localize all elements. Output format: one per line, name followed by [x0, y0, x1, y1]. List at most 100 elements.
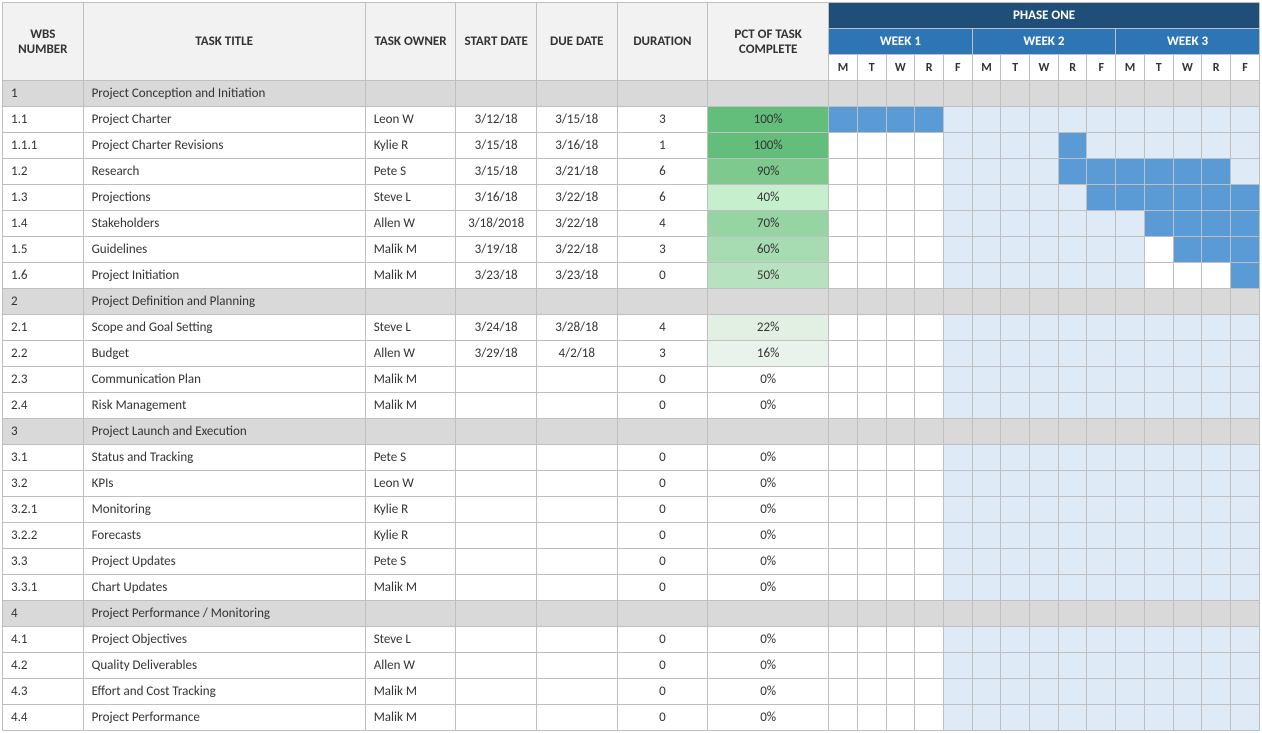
gantt-cell [886, 679, 915, 705]
gantt-cell [1058, 107, 1087, 133]
gantt-cell [1173, 575, 1202, 601]
pct-cell: 0% [708, 549, 829, 575]
gantt-cell [857, 263, 886, 289]
gantt-cell [972, 263, 1001, 289]
gantt-cell [886, 211, 915, 237]
gantt-cell [1058, 133, 1087, 159]
duration-cell: 0 [617, 497, 708, 523]
gantt-cell [1001, 393, 1030, 419]
due-cell [536, 705, 617, 731]
gantt-cell [943, 341, 972, 367]
gantt-cell [1173, 679, 1202, 705]
gantt-cell [1202, 679, 1231, 705]
duration-cell: 6 [617, 159, 708, 185]
task-row: 4.2Quality DeliverablesAllen W00% [3, 653, 1260, 679]
gantt-cell [943, 419, 972, 445]
wbs-cell: 2.2 [3, 341, 84, 367]
gantt-cell [943, 367, 972, 393]
start-cell [456, 445, 537, 471]
gantt-cell [972, 601, 1001, 627]
gantt-cell [1030, 601, 1059, 627]
gantt-cell [1001, 627, 1030, 653]
task-row: 4.1Project ObjectivesSteve L00% [3, 627, 1260, 653]
owner-cell: Allen W [365, 341, 456, 367]
gantt-cell [1173, 367, 1202, 393]
gantt-cell [857, 107, 886, 133]
pct-cell: 0% [708, 705, 829, 731]
pct-cell: 22% [708, 315, 829, 341]
gantt-cell [972, 419, 1001, 445]
gantt-cell [972, 627, 1001, 653]
gantt-cell [829, 601, 858, 627]
gantt-cell [886, 185, 915, 211]
gantt-cell [943, 237, 972, 263]
wbs-cell: 4.3 [3, 679, 84, 705]
owner-cell: Kylie R [365, 133, 456, 159]
gantt-cell [1202, 211, 1231, 237]
gantt-cell [1001, 601, 1030, 627]
gantt-cell [1087, 159, 1116, 185]
title-cell: Status and Tracking [83, 445, 365, 471]
gantt-cell [915, 653, 944, 679]
duration-cell: 0 [617, 393, 708, 419]
gantt-cell [972, 367, 1001, 393]
day-header: F [1087, 55, 1116, 81]
duration-cell: 0 [617, 471, 708, 497]
wbs-cell: 2.4 [3, 393, 84, 419]
title-cell: Project Definition and Planning [83, 289, 365, 315]
gantt-cell [829, 367, 858, 393]
start-cell [456, 679, 537, 705]
gantt-cell [915, 211, 944, 237]
task-row: 3.2KPIsLeon W00% [3, 471, 1260, 497]
due-cell [536, 679, 617, 705]
start-cell: 3/18/2018 [456, 211, 537, 237]
gantt-cell [943, 81, 972, 107]
gantt-cell [1030, 549, 1059, 575]
gantt-cell [1030, 653, 1059, 679]
owner-cell [365, 289, 456, 315]
section-row: 4Project Performance / Monitoring [3, 601, 1260, 627]
week-2: WEEK 2 [972, 29, 1116, 55]
day-header: R [1058, 55, 1087, 81]
gantt-cell [1202, 601, 1231, 627]
gantt-cell [915, 367, 944, 393]
pct-cell: 50% [708, 263, 829, 289]
gantt-cell [1030, 159, 1059, 185]
gantt-cell [1144, 575, 1173, 601]
gantt-cell [857, 419, 886, 445]
owner-cell: Leon W [365, 471, 456, 497]
gantt-cell [1230, 81, 1259, 107]
gantt-cell [1001, 211, 1030, 237]
gantt-cell [915, 341, 944, 367]
task-row: 1.1.1Project Charter RevisionsKylie R3/1… [3, 133, 1260, 159]
title-cell: Project Updates [83, 549, 365, 575]
pct-cell: 40% [708, 185, 829, 211]
wbs-cell: 3.3.1 [3, 575, 84, 601]
day-header: T [1001, 55, 1030, 81]
gantt-cell [1116, 497, 1145, 523]
duration-cell: 1 [617, 133, 708, 159]
gantt-cell [1030, 419, 1059, 445]
day-header: W [1173, 55, 1202, 81]
day-header: W [886, 55, 915, 81]
gantt-cell [972, 393, 1001, 419]
gantt-cell [886, 523, 915, 549]
due-cell [536, 497, 617, 523]
gantt-cell [1087, 653, 1116, 679]
gantt-cell [857, 627, 886, 653]
week-1: WEEK 1 [829, 29, 973, 55]
gantt-cell [829, 107, 858, 133]
gantt-cell [972, 133, 1001, 159]
gantt-cell [972, 679, 1001, 705]
gantt-cell [915, 237, 944, 263]
owner-cell: Kylie R [365, 497, 456, 523]
gantt-cell [1202, 497, 1231, 523]
pct-cell: 0% [708, 471, 829, 497]
start-cell [456, 289, 537, 315]
start-cell [456, 575, 537, 601]
gantt-cell [1087, 237, 1116, 263]
gantt-cell [1116, 705, 1145, 731]
gantt-cell [1001, 315, 1030, 341]
due-cell [536, 627, 617, 653]
gantt-cell [1058, 159, 1087, 185]
